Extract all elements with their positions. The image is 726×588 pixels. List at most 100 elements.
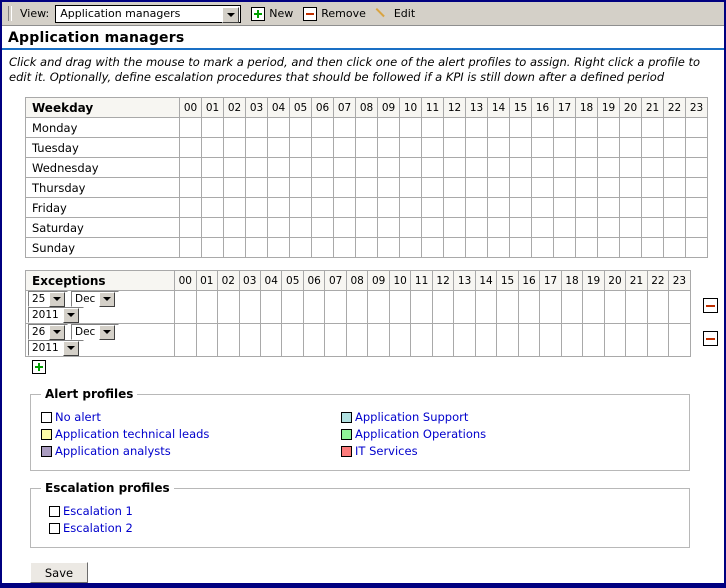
color-swatch-icon[interactable] — [341, 428, 352, 440]
schedule-cell[interactable] — [663, 117, 686, 138]
schedule-cell[interactable] — [663, 177, 686, 198]
schedule-cell[interactable] — [597, 177, 620, 198]
schedule-cell[interactable] — [179, 237, 202, 258]
schedule-cell[interactable] — [333, 137, 356, 158]
schedule-cell[interactable] — [641, 177, 664, 198]
schedule-cell[interactable] — [685, 237, 708, 258]
schedule-cell[interactable] — [443, 217, 466, 238]
schedule-cell[interactable] — [333, 197, 356, 218]
schedule-cell[interactable] — [531, 157, 554, 178]
schedule-cell[interactable] — [289, 137, 312, 158]
exception-schedule-cell[interactable] — [367, 290, 390, 324]
schedule-cell[interactable] — [355, 197, 378, 218]
schedule-cell[interactable] — [289, 217, 312, 238]
schedule-cell[interactable] — [289, 157, 312, 178]
schedule-cell[interactable] — [399, 157, 422, 178]
schedule-cell[interactable] — [575, 197, 598, 218]
schedule-cell[interactable] — [333, 177, 356, 198]
exception-schedule-cell[interactable] — [259, 290, 283, 324]
weekday-schedule-table[interactable]: Weekday 00 01 02 03 04 05 06 07 08 09 10 11 12 13 14 15… — [25, 97, 708, 258]
schedule-cell[interactable] — [553, 177, 576, 198]
exception-schedule-cell[interactable] — [302, 290, 326, 324]
chevron-down-icon[interactable] — [49, 324, 66, 340]
new-button[interactable]: New — [251, 6, 293, 21]
schedule-cell[interactable] — [575, 137, 598, 158]
exception-schedule-cell[interactable] — [474, 290, 498, 324]
schedule-cell[interactable] — [487, 117, 510, 138]
exception-schedule-cell[interactable] — [453, 323, 476, 357]
schedule-cell[interactable] — [421, 217, 444, 238]
schedule-cell[interactable] — [597, 117, 620, 138]
schedule-cell[interactable] — [553, 197, 576, 218]
schedule-cell[interactable] — [685, 177, 708, 198]
exception-schedule-cell[interactable] — [410, 290, 433, 324]
schedule-cell[interactable] — [377, 117, 400, 138]
schedule-cell[interactable] — [663, 197, 686, 218]
schedule-cell[interactable] — [597, 217, 620, 238]
exception-schedule-cell[interactable] — [388, 290, 412, 324]
schedule-cell[interactable] — [465, 157, 488, 178]
schedule-cell[interactable] — [377, 177, 400, 198]
exception-schedule-cell[interactable] — [174, 323, 197, 357]
schedule-cell[interactable] — [619, 217, 642, 238]
schedule-cell[interactable] — [377, 197, 400, 218]
exception-schedule-cell[interactable] — [281, 290, 304, 324]
schedule-cell[interactable] — [377, 137, 400, 158]
exception-schedule-cell[interactable] — [388, 323, 412, 357]
schedule-cell[interactable] — [223, 157, 246, 178]
exception-schedule-cell[interactable] — [195, 323, 219, 357]
schedule-cell[interactable] — [531, 177, 554, 198]
schedule-cell[interactable] — [355, 117, 378, 138]
exception-schedule-cell[interactable] — [217, 290, 240, 324]
schedule-cell[interactable] — [333, 217, 356, 238]
schedule-cell[interactable] — [267, 237, 290, 258]
color-swatch-icon[interactable] — [41, 411, 52, 423]
schedule-cell[interactable] — [487, 217, 510, 238]
exception-day-select[interactable]: 26 — [28, 324, 68, 340]
schedule-cell[interactable] — [355, 237, 378, 258]
schedule-cell[interactable] — [641, 197, 664, 218]
schedule-cell[interactable] — [245, 177, 268, 198]
exception-schedule-cell[interactable] — [625, 323, 648, 357]
exception-schedule-cell[interactable] — [410, 323, 433, 357]
escalation-profile-item[interactable]: Escalation 2 — [49, 520, 679, 536]
schedule-cell[interactable] — [201, 177, 224, 198]
schedule-cell[interactable] — [267, 117, 290, 138]
schedule-cell[interactable] — [575, 157, 598, 178]
schedule-cell[interactable] — [443, 197, 466, 218]
schedule-cell[interactable] — [597, 137, 620, 158]
schedule-cell[interactable] — [223, 177, 246, 198]
schedule-cell[interactable] — [465, 137, 488, 158]
schedule-cell[interactable] — [641, 217, 664, 238]
schedule-cell[interactable] — [267, 197, 290, 218]
color-swatch-icon[interactable] — [49, 522, 60, 534]
schedule-cell[interactable] — [421, 237, 444, 258]
escalation-profile-item[interactable]: Escalation 1 — [49, 503, 679, 519]
schedule-cell[interactable] — [377, 157, 400, 178]
schedule-cell[interactable] — [399, 217, 422, 238]
remove-exception-button[interactable] — [702, 298, 718, 313]
schedule-cell[interactable] — [663, 157, 686, 178]
exception-schedule-cell[interactable] — [668, 290, 691, 324]
schedule-cell[interactable] — [487, 157, 510, 178]
schedule-cell[interactable] — [399, 237, 422, 258]
schedule-cell[interactable] — [443, 157, 466, 178]
schedule-cell[interactable] — [509, 117, 532, 138]
schedule-cell[interactable] — [663, 237, 686, 258]
schedule-cell[interactable] — [245, 217, 268, 238]
schedule-cell[interactable] — [509, 157, 532, 178]
schedule-cell[interactable] — [223, 117, 246, 138]
schedule-cell[interactable] — [641, 137, 664, 158]
schedule-cell[interactable] — [487, 237, 510, 258]
schedule-cell[interactable] — [465, 117, 488, 138]
exception-schedule-cell[interactable] — [195, 290, 219, 324]
schedule-cell[interactable] — [289, 237, 312, 258]
schedule-cell[interactable] — [333, 237, 356, 258]
schedule-cell[interactable] — [245, 137, 268, 158]
alert-profile-label[interactable]: Application technical leads — [55, 427, 209, 441]
color-swatch-icon[interactable] — [41, 428, 52, 440]
escalation-profile-label[interactable]: Escalation 2 — [63, 521, 133, 535]
schedule-cell[interactable] — [201, 197, 224, 218]
schedule-cell[interactable] — [575, 117, 598, 138]
schedule-cell[interactable] — [619, 117, 642, 138]
